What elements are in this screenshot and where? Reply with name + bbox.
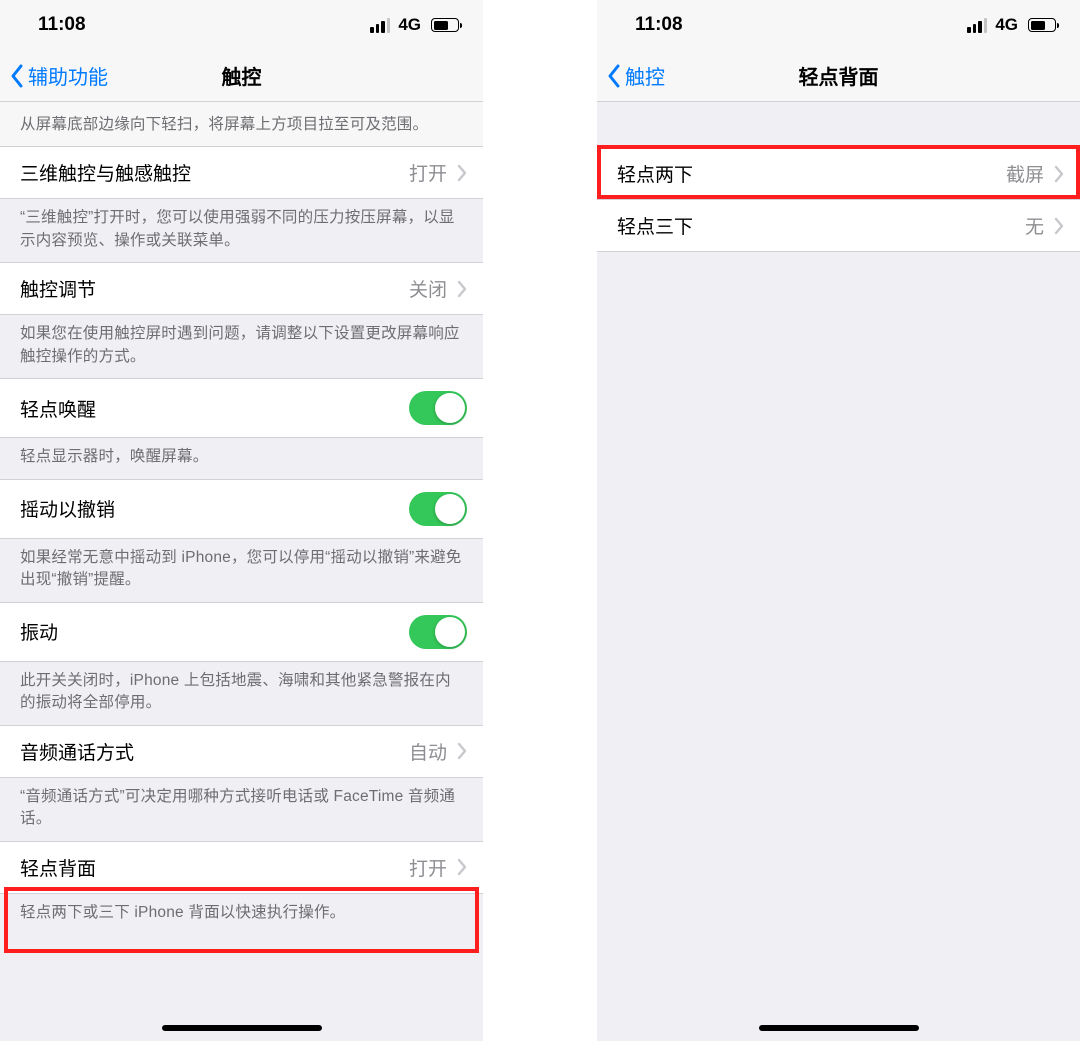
row-shake-to-undo[interactable]: 摇动以撤销	[0, 479, 483, 539]
nav-bar: 触控 轻点背面	[597, 50, 1080, 102]
status-time: 11:08	[635, 14, 683, 36]
cellular-signal-icon	[967, 18, 987, 33]
row-value: 自动	[409, 738, 447, 765]
chevron-right-icon	[1054, 165, 1064, 183]
battery-icon	[1028, 18, 1056, 32]
row-label: 轻点背面	[20, 854, 96, 881]
row-label: 音频通话方式	[20, 738, 134, 765]
nav-bar: 辅助功能 触控	[0, 50, 483, 102]
row-touch-accommodations[interactable]: 触控调节 关闭	[0, 262, 483, 315]
settings-list: 从屏幕底部边缘向下轻扫，将屏幕上方项目拉至可及范围。 三维触控与触感触控 打开 …	[0, 102, 483, 1041]
cellular-signal-icon	[370, 18, 390, 33]
footer-note-touch-accommodations: 如果您在使用触控屏时遇到问题，请调整以下设置更改屏幕响应触控操作的方式。	[0, 315, 483, 378]
page-title: 轻点背面	[597, 61, 1080, 90]
row-label: 轻点三下	[617, 212, 693, 239]
row-label: 三维触控与触感触控	[20, 159, 191, 186]
row-label: 轻点两下	[617, 160, 693, 187]
phone-back-tap-settings: 11:08 4G 触控 轻点背面 轻点两下 截屏 轻点三下 无	[597, 0, 1080, 1041]
row-value: 打开	[409, 854, 447, 881]
row-value: 无	[1025, 212, 1044, 239]
row-triple-tap[interactable]: 轻点三下 无	[597, 200, 1080, 252]
row-vibration[interactable]: 振动	[0, 602, 483, 662]
row-back-tap[interactable]: 轻点背面 打开	[0, 841, 483, 894]
battery-icon	[431, 18, 459, 32]
row-label: 振动	[20, 618, 58, 645]
row-value: 关闭	[409, 275, 447, 302]
footer-note-3d-touch: “三维触控”打开时，您可以使用强弱不同的压力按压屏幕，以显示内容预览、操作或关联…	[0, 199, 483, 262]
chevron-right-icon	[1054, 217, 1064, 235]
back-label: 触控	[625, 61, 665, 90]
chevron-right-icon	[457, 280, 467, 298]
row-label: 摇动以撤销	[20, 495, 115, 522]
status-right: 4G	[370, 15, 459, 35]
home-indicator[interactable]	[162, 1025, 322, 1031]
footer-note-tap-to-wake: 轻点显示器时，唤醒屏幕。	[0, 438, 483, 478]
status-time: 11:08	[38, 14, 86, 36]
back-button[interactable]: 触控	[607, 61, 665, 90]
chevron-right-icon	[457, 164, 467, 182]
header-note-reachability: 从屏幕底部边缘向下轻扫，将屏幕上方项目拉至可及范围。	[0, 102, 483, 147]
row-label: 轻点唤醒	[20, 395, 96, 422]
row-value: 截屏	[1006, 160, 1044, 187]
home-indicator[interactable]	[759, 1025, 919, 1031]
footer-note-vibration: 此开关关闭时，iPhone 上包括地震、海啸和其他紧急警报在内的振动将全部停用。	[0, 662, 483, 725]
chevron-left-icon	[607, 64, 621, 88]
back-label: 辅助功能	[28, 61, 108, 90]
footer-note-back-tap: 轻点两下或三下 iPhone 背面以快速执行操作。	[0, 894, 483, 934]
switch-vibration[interactable]	[409, 615, 467, 649]
back-button[interactable]: 辅助功能	[10, 61, 108, 90]
chevron-right-icon	[457, 858, 467, 876]
switch-shake-to-undo[interactable]	[409, 492, 467, 526]
row-3d-touch[interactable]: 三维触控与触感触控 打开	[0, 147, 483, 199]
row-tap-to-wake[interactable]: 轻点唤醒	[0, 378, 483, 438]
phone-touch-settings: 11:08 4G 辅助功能 触控 从屏幕底部边缘向下轻扫，将屏幕上方项目拉至可及…	[0, 0, 483, 1041]
status-bar: 11:08 4G	[0, 0, 483, 50]
chevron-right-icon	[457, 742, 467, 760]
chevron-left-icon	[10, 64, 24, 88]
switch-tap-to-wake[interactable]	[409, 391, 467, 425]
row-value: 打开	[409, 159, 447, 186]
status-right: 4G	[967, 15, 1056, 35]
row-label: 触控调节	[20, 275, 96, 302]
status-bar: 11:08 4G	[597, 0, 1080, 50]
network-type: 4G	[995, 15, 1018, 35]
settings-list: 轻点两下 截屏 轻点三下 无	[597, 102, 1080, 1041]
row-call-audio-routing[interactable]: 音频通话方式 自动	[0, 725, 483, 778]
footer-note-call-audio: “音频通话方式”可决定用哪种方式接听电话或 FaceTime 音频通话。	[0, 778, 483, 841]
footer-note-shake-to-undo: 如果经常无意中摇动到 iPhone，您可以停用“摇动以撤销”来避免出现“撤销”提…	[0, 539, 483, 602]
network-type: 4G	[398, 15, 421, 35]
row-double-tap[interactable]: 轻点两下 截屏	[597, 148, 1080, 200]
